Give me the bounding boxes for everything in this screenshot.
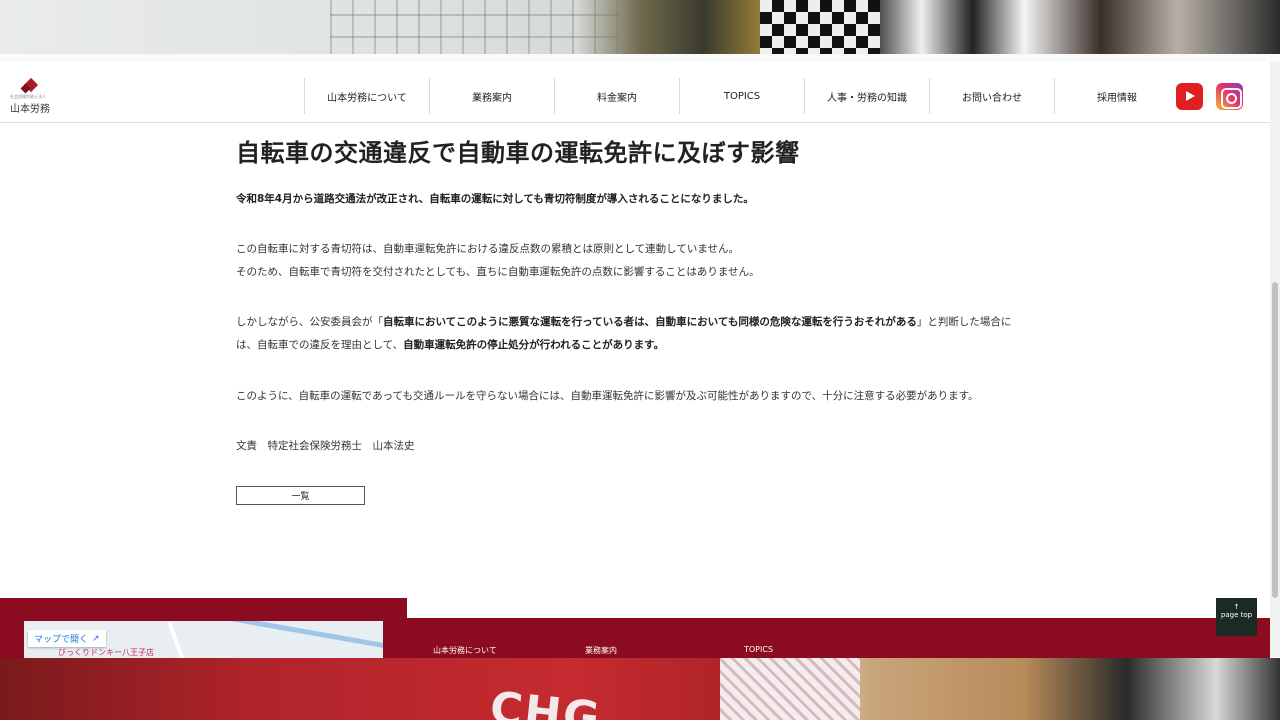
text-segment: 」と判断した場合に [916, 316, 1012, 328]
article-paragraph-4: このように、自転車の運転であっても交通ルールを守らない場合には、自動車運転免許に… [236, 390, 979, 402]
checkered-photo [760, 0, 880, 60]
photo-edge [0, 54, 1280, 62]
page-top-button[interactable]: ↑ page top [1216, 598, 1257, 636]
nav-item-knowledge[interactable]: 人事・労務の知識 [804, 78, 929, 114]
nav-item-topics[interactable]: TOPICS [679, 78, 804, 114]
nav-item-pricing[interactable]: 料金案内 [554, 78, 679, 114]
article-paragraph-2-line-2: そのため、自転車で青切符を交付されたとしても、直ちに自動車運転免許の点数に影響す… [236, 266, 760, 278]
nav-item-recruit[interactable]: 採用情報 [1054, 78, 1179, 114]
page-top-label: page top [1220, 611, 1253, 619]
article: 自転車の交通違反で自動車の運転免許に及ぼす影響 令和8年4月から道路交通法が改正… [236, 136, 1036, 505]
map-place-label: びっくりドンキー八王子店 [58, 648, 154, 657]
background-photo-bottom: CHG [0, 658, 1280, 720]
site-header: 社会保険労務士法人 山本労務 山本労務について 業務案内 料金案内 TOPICS… [0, 70, 1270, 123]
nav-item-contact[interactable]: お問い合わせ [929, 78, 1054, 114]
instagram-icon[interactable] [1216, 83, 1243, 110]
cup-photo [720, 658, 860, 720]
wire-grid-photo [330, 0, 620, 60]
map-road [167, 621, 185, 658]
article-signature: 文責 特定社会保険労務士 山本法史 [236, 440, 415, 452]
background-photo-top [0, 0, 1280, 62]
article-title: 自転車の交通違反で自動車の運転免許に及ぼす影響 [236, 139, 800, 167]
embedded-map[interactable]: マップで開く ↗ びっくりドンキー八王子店 [24, 621, 383, 658]
footer-nav-topics[interactable]: TOPICS [744, 645, 773, 654]
nav-item-services[interactable]: 業務案内 [429, 78, 554, 114]
external-link-icon: ↗ [92, 633, 100, 644]
main-nav: 山本労務について 業務案内 料金案内 TOPICS 人事・労務の知識 お問い合わ… [304, 78, 1179, 114]
text-segment: は、自転車での違反を理由として、 [236, 339, 404, 351]
bold-text-segment: 自転車においてこのように悪質な運転を行っている者は、自動車においても同様の危険な… [383, 316, 917, 328]
arrow-up-icon: ↑ [1233, 603, 1240, 611]
text-segment: しかしながら、公安委員会が「 [236, 316, 383, 328]
article-paragraph-2-line-1: この自転車に対する青切符は、自動車運転免許における違反点数の累積とは原則として連… [236, 243, 740, 255]
footer-nav-about[interactable]: 山本労務について [433, 645, 497, 656]
nav-item-about[interactable]: 山本労務について [304, 78, 429, 114]
map-river [205, 621, 383, 652]
scrollbar[interactable] [1270, 62, 1280, 657]
logo-name: 山本労務 [10, 104, 50, 115]
article-lead: 令和8年4月から道路交通法が改正され、自転車の運転に対しても青切符制度が導入され… [236, 193, 754, 205]
bold-text-segment: 自動車運転免許の停止処分が行われることがあります。 [403, 339, 665, 351]
back-to-list-button[interactable]: 一覧 [236, 486, 365, 505]
site-logo[interactable]: 社会保険労務士法人 山本労務 [10, 77, 54, 115]
article-paragraph-3-line-1: しかしながら、公安委員会が「自転車においてこのように悪質な運転を行っている者は、… [236, 311, 1011, 334]
shirt-print: CHG [487, 682, 604, 720]
open-map-label: マップで開く [34, 635, 89, 645]
article-paragraph-3-line-2: は、自転車での違反を理由として、自動車運転免許の停止処分が行われることがあります… [236, 334, 664, 357]
footer-band-right [407, 618, 1270, 658]
youtube-icon[interactable] [1176, 83, 1203, 110]
scrollbar-thumb[interactable] [1272, 282, 1278, 598]
footer-nav-services[interactable]: 業務案内 [585, 645, 617, 656]
open-map-button[interactable]: マップで開く ↗ [28, 630, 106, 647]
